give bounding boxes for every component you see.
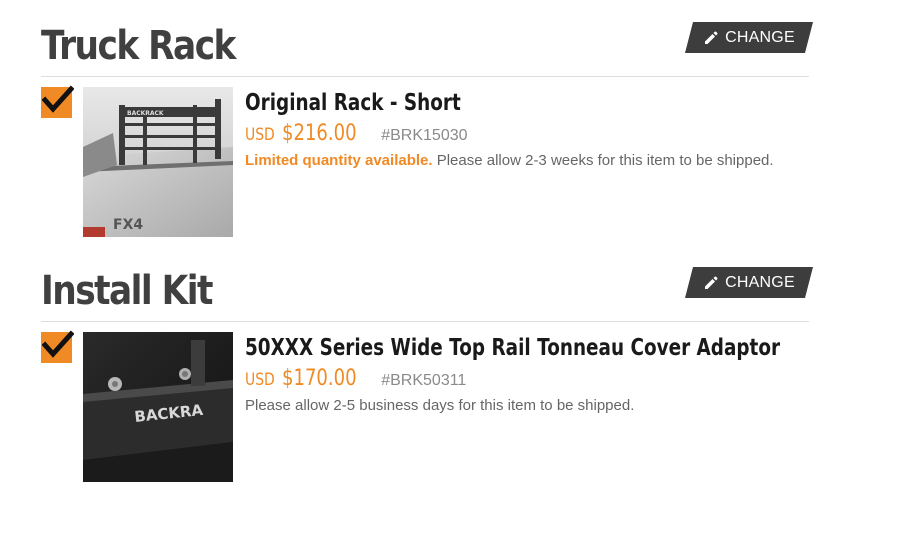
change-button-label: CHANGE (725, 28, 795, 46)
section-divider (41, 76, 809, 77)
badge-text: FX4 (113, 217, 143, 233)
item-checkbox[interactable] (41, 330, 74, 363)
availability: Limited quantity available. Please allow… (245, 152, 774, 169)
section-divider (41, 321, 809, 322)
sku: #BRK50311 (381, 372, 467, 389)
checkmark-icon (42, 85, 74, 113)
price: $170.00 (281, 366, 357, 391)
product-image: BACKRA (83, 332, 233, 482)
rack-brand-text: BACKRACK (127, 110, 164, 117)
currency: USD (245, 125, 275, 145)
change-button[interactable]: CHANGE (685, 267, 813, 298)
availability-highlight: Limited quantity available. (245, 152, 433, 169)
price-row: USD $216.00 #BRK15030 (245, 121, 468, 146)
pencil-icon (703, 30, 719, 46)
product-name: 50XXX Series Wide Top Rail Tonneau Cover… (245, 335, 781, 361)
section-title: Truck Rack (41, 23, 236, 69)
selected-item: BACKRA 50XXX Series Wide Top Rail Tonnea… (41, 330, 809, 482)
selected-item: BACKRACK FX4 Original Rack - Short USD $… (41, 85, 809, 237)
change-button[interactable]: CHANGE (685, 22, 813, 53)
section-title: Install Kit (41, 268, 213, 314)
product-name: Original Rack - Short (245, 90, 461, 116)
sku: #BRK15030 (381, 127, 468, 144)
price-row: USD $170.00 #BRK50311 (245, 366, 466, 391)
currency: USD (245, 370, 275, 390)
price: $216.00 (281, 121, 357, 146)
availability-text: Please allow 2-3 weeks for this item to … (432, 152, 774, 169)
availability: Please allow 2-5 business days for this … (245, 397, 634, 414)
product-image: BACKRACK FX4 (83, 87, 233, 237)
pencil-icon (703, 275, 719, 291)
availability-text: Please allow 2-5 business days for this … (245, 397, 635, 414)
checkmark-icon (42, 330, 74, 358)
change-button-label: CHANGE (725, 273, 795, 291)
item-checkbox[interactable] (41, 85, 74, 118)
